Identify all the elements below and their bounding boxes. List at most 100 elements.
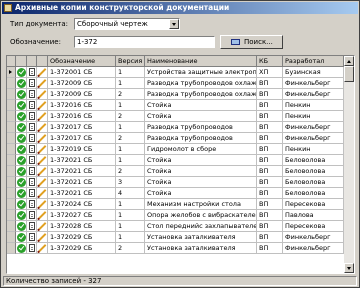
icon-cell[interactable] (37, 166, 48, 177)
row-indicator[interactable] (7, 199, 16, 210)
icon-cell[interactable] (16, 78, 27, 89)
cell-developer[interactable]: Финкельберг (283, 122, 344, 133)
icon-cell[interactable] (37, 177, 48, 188)
row-indicator[interactable] (7, 232, 16, 243)
icon-cell[interactable] (27, 232, 37, 243)
table-row[interactable]: 1-372016 СБ 2 Стойка ВП Пенкин (7, 111, 354, 122)
cell-kb[interactable]: ВП (257, 111, 283, 122)
cell-developer[interactable]: Финкельберг (283, 232, 344, 243)
row-indicator[interactable] (7, 166, 16, 177)
icon-cell[interactable] (27, 177, 37, 188)
table-row[interactable]: 1-372017 СБ 1 Разводка трубопроводов ВП Финк… (7, 122, 354, 133)
icon-cell[interactable] (37, 111, 48, 122)
icon-cell[interactable] (16, 100, 27, 111)
icon-cell[interactable] (37, 100, 48, 111)
table-row[interactable]: 1-372027 СБ 1 Опора желобов с вибраскателе… (7, 210, 354, 221)
header-doc-col[interactable] (27, 56, 37, 67)
row-indicator[interactable] (7, 133, 16, 144)
cell-designation[interactable]: 1-372027 СБ (48, 210, 116, 221)
icon-cell[interactable] (16, 144, 27, 155)
header-check-col[interactable] (16, 56, 27, 67)
cell-name[interactable]: Стойка (145, 111, 257, 122)
icon-cell[interactable] (27, 166, 37, 177)
header-edit-col[interactable] (37, 56, 48, 67)
icon-cell[interactable] (37, 122, 48, 133)
cell-name[interactable]: Устройства защитные электропров. (145, 67, 257, 78)
cell-version[interactable]: 2 (116, 89, 145, 100)
cell-version[interactable]: 1 (116, 122, 145, 133)
table-row[interactable]: 1-372021 СБ 1 Стойка ВП Беловолова (7, 155, 354, 166)
icon-cell[interactable] (16, 67, 27, 78)
cell-developer[interactable]: Пенкин (283, 111, 344, 122)
cell-version[interactable]: 1 (116, 78, 145, 89)
cell-designation[interactable]: 1-372001 СБ (48, 67, 116, 78)
row-indicator[interactable] (7, 221, 16, 232)
cell-version[interactable]: 1 (116, 210, 145, 221)
table-row[interactable]: 1-372029 СБ 2 Установка заталкивателя ВП Фин… (7, 243, 354, 254)
icon-cell[interactable] (37, 67, 48, 78)
icon-cell[interactable] (16, 199, 27, 210)
row-indicator[interactable] (7, 89, 16, 100)
cell-version[interactable]: 1 (116, 155, 145, 166)
icon-cell[interactable] (27, 122, 37, 133)
cell-developer[interactable]: Павлова (283, 210, 344, 221)
cell-kb[interactable]: ВП (257, 188, 283, 199)
table-row[interactable]: 1-372001 СБ 1 Устройства защитные электроп… (7, 67, 354, 78)
cell-version[interactable]: 1 (116, 67, 145, 78)
cell-version[interactable]: 1 (116, 199, 145, 210)
cell-designation[interactable]: 1-372021 СБ (48, 166, 116, 177)
cell-name[interactable]: Разводка трубопроводов охлажден. (145, 78, 257, 89)
icon-cell[interactable] (16, 133, 27, 144)
cell-kb[interactable]: ВП (257, 177, 283, 188)
icon-cell[interactable] (37, 243, 48, 254)
cell-developer[interactable]: Финкельберг (283, 133, 344, 144)
row-indicator[interactable] (7, 100, 16, 111)
cell-name[interactable]: Механизм настройки стола (145, 199, 257, 210)
cell-developer[interactable]: Беловолова (283, 177, 344, 188)
icon-cell[interactable] (37, 133, 48, 144)
icon-cell[interactable] (37, 221, 48, 232)
cell-designation[interactable]: 1-372024 СБ (48, 199, 116, 210)
cell-developer[interactable]: Финкельберг (283, 78, 344, 89)
cell-designation[interactable]: 1-372019 СБ (48, 144, 116, 155)
icon-cell[interactable] (27, 78, 37, 89)
icon-cell[interactable] (27, 199, 37, 210)
icon-cell[interactable] (37, 199, 48, 210)
title-bar[interactable]: Архивные копии конструкторской документа… (2, 2, 358, 14)
cell-kb[interactable]: ВП (257, 232, 283, 243)
cell-kb[interactable]: ВП (257, 210, 283, 221)
scroll-thumb[interactable] (344, 66, 354, 82)
cell-kb[interactable]: ВП (257, 100, 283, 111)
table-row[interactable]: 1-372019 СБ 1 Гидромолот в сборе ВП Пенкин (7, 144, 354, 155)
table-row[interactable]: 1-372021 СБ 3 Стойка ВП Беловолова (7, 177, 354, 188)
table-row[interactable]: 1-372028 СБ 1 Стол переднийс захлапывателе… (7, 221, 354, 232)
row-indicator[interactable] (7, 177, 16, 188)
cell-designation[interactable]: 1-372017 СБ (48, 122, 116, 133)
cell-kb[interactable]: ВП (257, 133, 283, 144)
row-indicator[interactable] (7, 155, 16, 166)
cell-designation[interactable]: 1-372016 СБ (48, 100, 116, 111)
row-indicator[interactable] (7, 78, 16, 89)
cell-name[interactable]: Стойка (145, 177, 257, 188)
icon-cell[interactable] (27, 89, 37, 100)
cell-developer[interactable]: Пересекова (283, 221, 344, 232)
table-row[interactable]: 1-372024 СБ 1 Механизм настройки стола ВП Пе… (7, 199, 354, 210)
cell-version[interactable]: 1 (116, 232, 145, 243)
icon-cell[interactable] (37, 210, 48, 221)
row-indicator[interactable] (7, 210, 16, 221)
icon-cell[interactable] (27, 111, 37, 122)
cell-name[interactable]: Разводка трубопроводов охлажден. (145, 89, 257, 100)
cell-kb[interactable]: ВП (257, 144, 283, 155)
icon-cell[interactable] (16, 232, 27, 243)
icon-cell[interactable] (16, 122, 27, 133)
table-row[interactable]: 1-372016 СБ 1 Стойка ВП Пенкин (7, 100, 354, 111)
cell-kb[interactable]: ВП (257, 243, 283, 254)
cell-name[interactable]: Стол переднийс захлапывателем (145, 221, 257, 232)
cell-kb[interactable]: ВП (257, 89, 283, 100)
cell-kb[interactable]: ВП (257, 199, 283, 210)
scroll-up-icon[interactable] (344, 56, 354, 66)
header-name[interactable]: Наименование (145, 56, 257, 67)
cell-name[interactable]: Гидромолот в сборе (145, 144, 257, 155)
table-row[interactable]: 1-372021 СБ 4 Стойка ВП Беловолова (7, 188, 354, 199)
icon-cell[interactable] (37, 89, 48, 100)
